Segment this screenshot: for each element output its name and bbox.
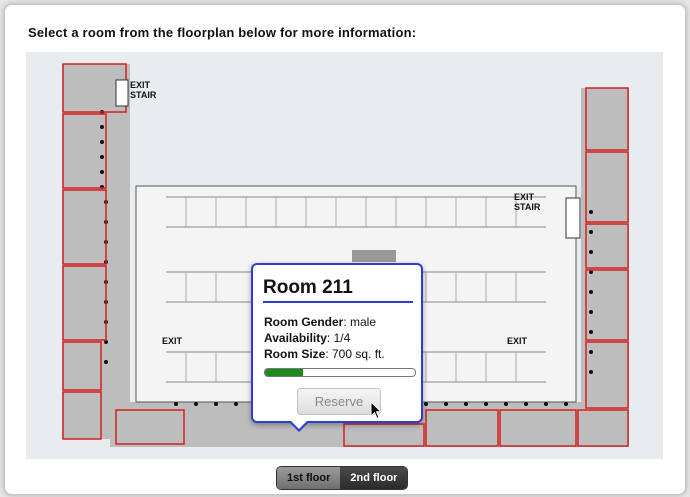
east-wing (581, 88, 629, 439)
tab-1st-floor[interactable]: 1st floor (277, 467, 341, 489)
availability-row: Availability: 1/4 (264, 331, 350, 345)
tab-2nd-floor[interactable]: 2nd floor (340, 467, 408, 489)
floor-selector: 1st floor 2nd floor (276, 466, 409, 490)
west-stair-word: STAIR (130, 90, 157, 100)
east-exit-label: EXIT (507, 336, 528, 346)
room-size-value: : 700 sq. ft. (325, 347, 385, 361)
east-stair-word: STAIR (514, 202, 541, 212)
occupancy-progress-fill (265, 369, 303, 376)
room-size-label: Room Size (264, 347, 326, 361)
instructions-text: Select a room from the floorplan below f… (28, 25, 417, 40)
reserve-button[interactable]: Reserve (297, 388, 381, 415)
occupancy-progress-bar (264, 368, 416, 377)
room-gender-value: : male (343, 315, 377, 329)
east-stair (565, 197, 581, 239)
ramp (352, 250, 396, 262)
east-exit-word: EXIT (514, 192, 535, 202)
room-gender-label: Room Gender (264, 315, 344, 329)
west-wing (62, 64, 130, 439)
mouse-cursor-icon (370, 401, 383, 420)
west-exit-stair-label: EXIT STAIR (130, 80, 156, 100)
room-size-row: Room Size: 700 sq. ft. (264, 347, 385, 361)
room-title: Room 211 (263, 277, 413, 303)
room-gender-row: Room Gender: male (264, 315, 376, 329)
availability-label: Availability (264, 331, 327, 345)
east-exit-stair-label: EXIT STAIR (514, 192, 540, 212)
availability-value: : 1/4 (326, 331, 351, 345)
west-exit-label: EXIT (162, 336, 183, 346)
room-info-popup: Room 211 Room Gender: male Availability:… (251, 263, 423, 432)
west-stair (115, 79, 129, 107)
west-exit-word: EXIT (130, 80, 151, 90)
